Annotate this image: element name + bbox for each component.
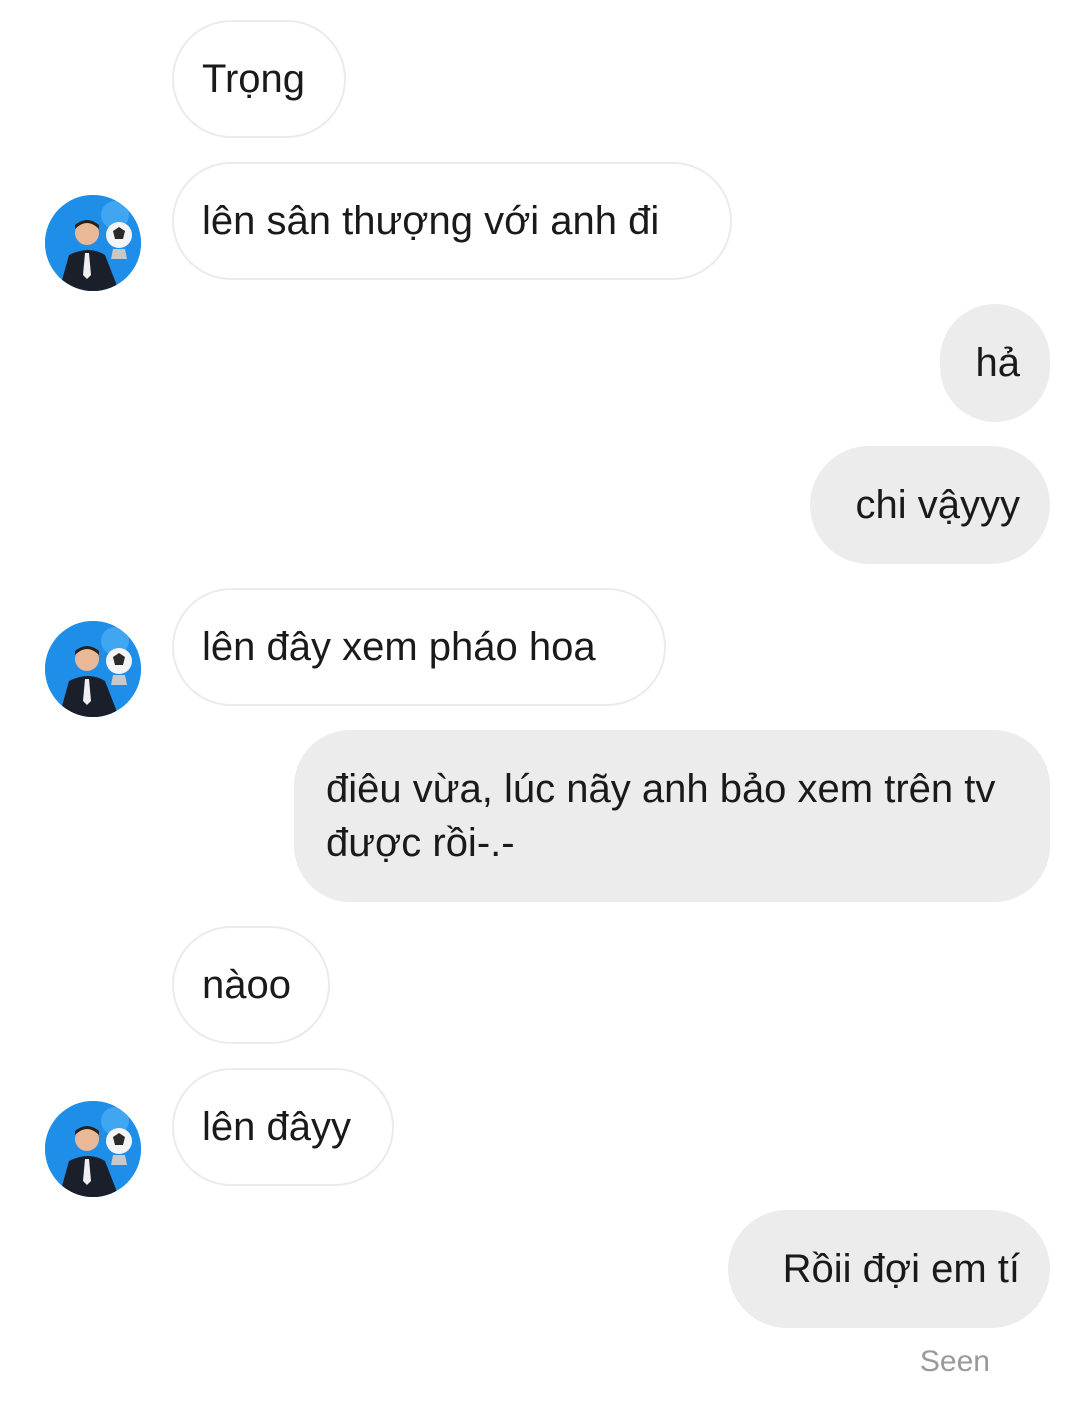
incoming-message-bubble[interactable]: lên đây xem pháo hoa	[172, 588, 666, 706]
outgoing-message-bubble[interactable]: điêu vừa, lúc nãy anh bảo xem trên tv đư…	[294, 730, 1050, 902]
message-text: lên đây xem pháo hoa	[202, 625, 596, 669]
incoming-message-bubble[interactable]: lên sân thượng với anh đi	[172, 162, 732, 280]
message-text: hả	[975, 341, 1021, 385]
incoming-message-bubble[interactable]: lên đâyy	[172, 1068, 394, 1186]
outgoing-message-bubble[interactable]: hả	[940, 304, 1050, 422]
message-text: chi vậyyy	[855, 483, 1021, 527]
contact-avatar-icon[interactable]	[45, 1101, 141, 1197]
incoming-message-bubble[interactable]: nàoo	[172, 926, 330, 1044]
avatar-image	[45, 195, 141, 291]
contact-avatar-icon[interactable]	[45, 195, 141, 291]
message-text: lên đâyy	[202, 1105, 351, 1149]
avatar-image	[45, 1101, 141, 1197]
message-thread: Trọng lên sân thượng với anh đi hả chi v…	[0, 0, 1080, 1403]
message-text: Trọng	[202, 57, 306, 101]
seen-status: Seen	[919, 1345, 990, 1378]
outgoing-message-bubble[interactable]: chi vậyyy	[810, 446, 1050, 564]
message-text: lên sân thượng với anh đi	[202, 199, 660, 243]
outgoing-message-bubble[interactable]: Rồii đợi em tí	[728, 1210, 1050, 1328]
incoming-message-bubble[interactable]: Trọng	[172, 20, 346, 138]
avatar-image	[45, 621, 141, 717]
message-text: nàoo	[202, 963, 291, 1007]
contact-avatar-icon[interactable]	[45, 621, 141, 717]
message-text: điêu vừa, lúc nãy anh bảo xem trên tv đư…	[326, 767, 996, 865]
message-text: Rồii đợi em tí	[782, 1247, 1020, 1291]
